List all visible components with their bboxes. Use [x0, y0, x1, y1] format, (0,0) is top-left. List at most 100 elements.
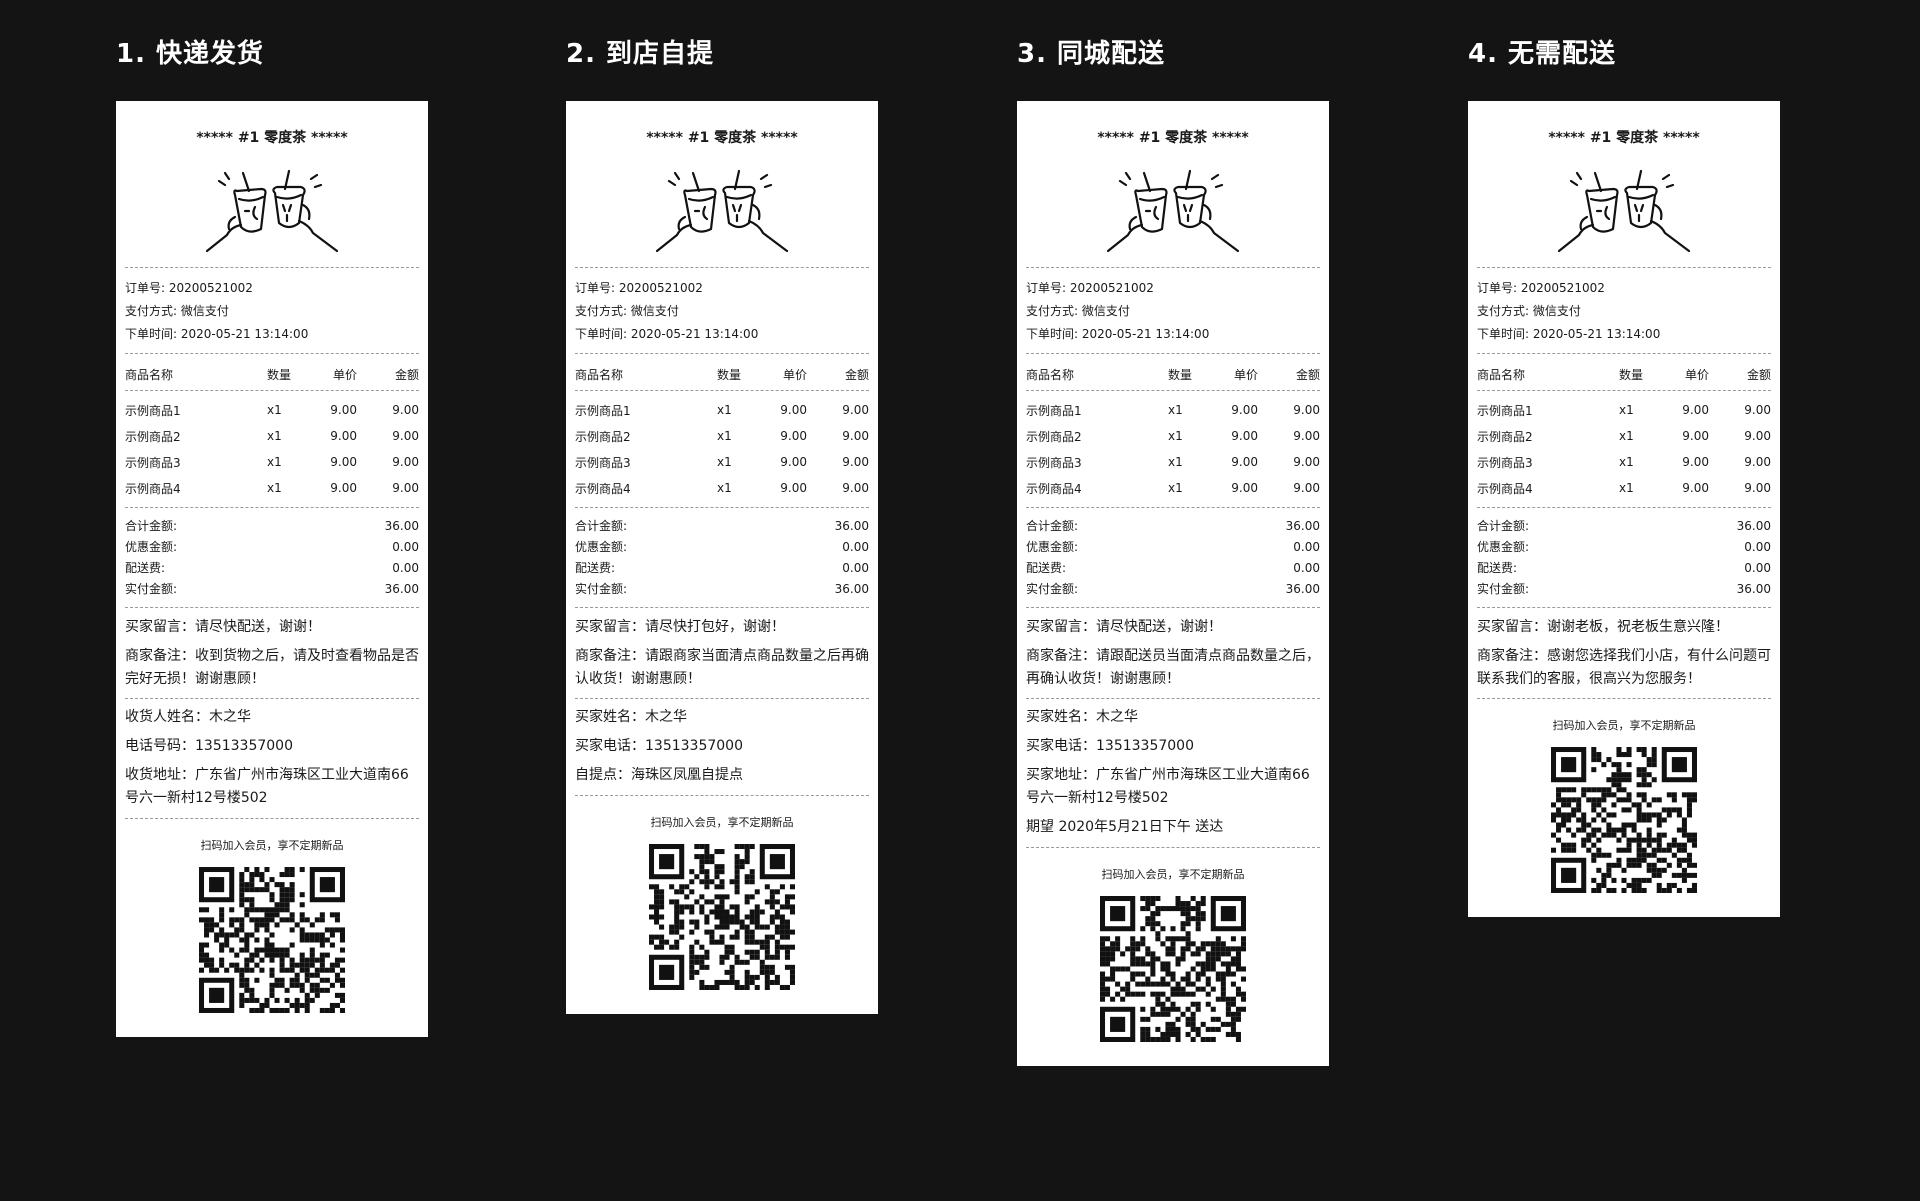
- notes: 买家留言：请尽快配送，谢谢！ 商家备注：请跟配送员当面清点商品数量之后，再确认收…: [1026, 608, 1320, 698]
- receipt-title: 4. 无需配送: [1468, 39, 1617, 69]
- totals: 合计金额: 36.00 优惠金额: 0.00 配送费: 0.00 实付金额: 36.00: [1026, 508, 1320, 607]
- order-time-label: 下单时间:: [575, 327, 628, 341]
- order-number-label: 订单号:: [1026, 281, 1067, 295]
- order-time-label: 下单时间:: [1026, 327, 1079, 341]
- discount-value: 0.00: [1744, 539, 1771, 554]
- item-qty: x1: [1168, 481, 1183, 495]
- merchant-note: 商家备注：感谢您选择我们小店，有什么问题可联系我们的客服，很高兴为您服务！: [1477, 648, 1771, 687]
- order-number: 20200521002: [168, 281, 253, 295]
- table-row: 示例商品4 x1 9.00 9.00: [125, 475, 419, 501]
- item-name: 示例商品2: [1026, 429, 1082, 444]
- qr-caption: 扫码加入会员，享不定期新品: [650, 816, 794, 829]
- table-header: 商品名称 数量 单价 金额: [125, 358, 419, 390]
- divider: [1026, 390, 1320, 391]
- receipt-title: 2. 到店自提: [566, 39, 715, 69]
- item-qty: x1: [1619, 455, 1634, 469]
- table-row: 示例商品3 x1 9.00 9.00: [1477, 449, 1771, 475]
- item-qty: x1: [1168, 429, 1183, 443]
- item-amount: 9.00: [1744, 403, 1771, 417]
- divider: [1477, 390, 1771, 391]
- item-name: 示例商品4: [1026, 481, 1082, 496]
- item-price: 9.00: [1682, 455, 1709, 469]
- table-row: 示例商品2 x1 9.00 9.00: [1477, 423, 1771, 449]
- col-name: 商品名称: [1477, 367, 1526, 382]
- item-qty: x1: [267, 403, 282, 417]
- table-row: 示例商品1 x1 9.00 9.00: [1026, 397, 1320, 423]
- delivery-fee-value: 0.00: [1293, 560, 1320, 575]
- tea-cheers-logo-icon: [1106, 169, 1240, 253]
- col-qty: 数量: [717, 367, 742, 382]
- item-amount: 9.00: [392, 429, 419, 443]
- order-time: 2020-05-21 13:14:00: [1532, 327, 1661, 341]
- qr-code-icon[interactable]: [199, 867, 345, 1013]
- buyer-note: 买家留言：请尽快打包好，谢谢！: [575, 619, 785, 635]
- receipt-card: ***** #1 零度茶 ***** 订单号: 20200521002 支付方式…: [1468, 101, 1780, 917]
- merchant-note: 商家备注：请跟配送员当面清点商品数量之后，再确认收货！谢谢惠顾！: [1026, 648, 1320, 687]
- item-qty: x1: [1619, 403, 1634, 417]
- qr-code-icon[interactable]: [1551, 747, 1697, 893]
- order-number-label: 订单号:: [1477, 281, 1518, 295]
- item-price: 9.00: [780, 455, 807, 469]
- member-qr: 扫码加入会员，享不定期新品: [1026, 848, 1320, 1066]
- qr-code-icon[interactable]: [649, 844, 795, 990]
- col-name: 商品名称: [575, 367, 624, 382]
- shop-header: ***** #1 零度茶 *****: [1548, 130, 1700, 146]
- receipt-card: ***** #1 零度茶 ***** 订单号: 20200521002 支付方式…: [566, 101, 878, 1014]
- item-price: 9.00: [1231, 429, 1258, 443]
- item-amount: 9.00: [1293, 429, 1320, 443]
- col-amount: 金额: [394, 367, 419, 382]
- paid-label: 实付金额:: [1026, 582, 1079, 596]
- table-row: 示例商品4 x1 9.00 9.00: [1477, 475, 1771, 501]
- pay-method-label: 支付方式:: [1026, 304, 1079, 318]
- total-value: 36.00: [834, 518, 869, 533]
- order-number: 20200521002: [1069, 281, 1154, 295]
- order-info: 订单号: 20200521002 支付方式: 微信支付 下单时间: 2020-0…: [1477, 268, 1771, 353]
- items-table: 商品名称 数量 单价 金额 示例商品1 x1 9.00 9.00 示例商品2 x…: [1477, 354, 1771, 507]
- notes: 买家留言：谢谢老板，祝老板生意兴隆！ 商家备注：感谢您选择我们小店，有什么问题可…: [1477, 608, 1771, 698]
- col-name: 商品名称: [1026, 367, 1075, 382]
- pay-method-label: 支付方式:: [125, 304, 178, 318]
- customer-info-line: 买家电话：13513357000: [1026, 738, 1194, 754]
- paid-value: 36.00: [384, 581, 419, 596]
- receipt-card: ***** #1 零度茶 ***** 订单号: 20200521002 支付方式…: [1017, 101, 1329, 1066]
- shop-header: ***** #1 零度茶 *****: [1097, 130, 1249, 146]
- total-value: 36.00: [1736, 518, 1771, 533]
- discount-label: 优惠金额:: [125, 540, 178, 554]
- paid-label: 实付金额:: [575, 582, 628, 596]
- col-price: 单价: [782, 367, 807, 382]
- order-number: 20200521002: [1520, 281, 1605, 295]
- item-price: 9.00: [330, 403, 357, 417]
- customer-info-line: 期望 2020年5月21日下午 送达: [1026, 819, 1224, 835]
- item-name: 示例商品1: [575, 403, 631, 418]
- totals: 合计金额: 36.00 优惠金额: 0.00 配送费: 0.00 实付金额: 36.00: [1477, 508, 1771, 607]
- table-row: 示例商品2 x1 9.00 9.00: [1026, 423, 1320, 449]
- table-row: 示例商品1 x1 9.00 9.00: [125, 397, 419, 423]
- item-price: 9.00: [1231, 403, 1258, 417]
- col-price: 单价: [1684, 367, 1709, 382]
- item-amount: 9.00: [842, 481, 869, 495]
- order-time: 2020-05-21 13:14:00: [180, 327, 309, 341]
- tea-cheers-logo-icon: [1557, 169, 1691, 253]
- tea-cheers-logo-icon: [205, 169, 339, 253]
- item-name: 示例商品2: [1477, 429, 1533, 444]
- item-amount: 9.00: [842, 403, 869, 417]
- table-header: 商品名称 数量 单价 金额: [1477, 358, 1771, 390]
- item-price: 9.00: [1231, 455, 1258, 469]
- pay-method: 微信支付: [630, 304, 679, 318]
- divider: [575, 390, 869, 391]
- item-price: 9.00: [330, 481, 357, 495]
- qr-caption: 扫码加入会员，享不定期新品: [1101, 868, 1245, 881]
- pay-method: 微信支付: [180, 304, 229, 318]
- item-qty: x1: [1619, 481, 1634, 495]
- item-amount: 9.00: [1744, 429, 1771, 443]
- discount-value: 0.00: [842, 539, 869, 554]
- order-info: 订单号: 20200521002 支付方式: 微信支付 下单时间: 2020-0…: [1026, 268, 1320, 353]
- item-qty: x1: [717, 481, 732, 495]
- customer-info-line: 买家地址：广东省广州市海珠区工业大道南66号六一新村12号楼502: [1026, 767, 1310, 806]
- qr-code-icon[interactable]: [1100, 896, 1246, 1042]
- item-name: 示例商品3: [1477, 455, 1533, 470]
- delivery-fee-label: 配送费:: [575, 561, 616, 575]
- col-qty: 数量: [1168, 367, 1193, 382]
- delivery-fee-value: 0.00: [392, 560, 419, 575]
- item-name: 示例商品4: [1477, 481, 1533, 496]
